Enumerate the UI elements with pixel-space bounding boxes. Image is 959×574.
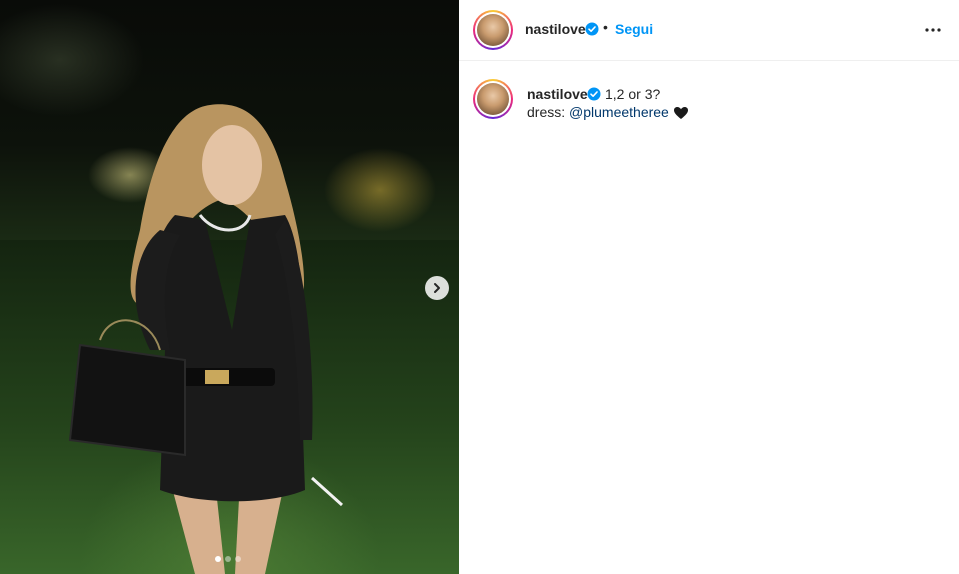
post-photo-figure [68, 104, 344, 574]
caption-dress-prefix: dress: [527, 104, 570, 120]
black-heart-icon [673, 107, 688, 120]
chevron-right-icon [434, 283, 440, 293]
caption-mention-link[interactable]: @plumeetheree [569, 104, 669, 120]
carousel-next-button[interactable] [425, 276, 449, 300]
carousel-dot [225, 556, 231, 562]
carousel-dot [215, 556, 221, 562]
carousel-dot [235, 556, 241, 562]
verified-badge-icon [585, 22, 599, 36]
verified-badge-icon [587, 87, 601, 101]
author-username[interactable]: nastilove [525, 21, 586, 37]
more-options-button[interactable] [921, 20, 945, 40]
follow-button[interactable]: Segui [615, 21, 653, 37]
post-caption: nastilove 1,2 or 3? dress: @plumeetheree [459, 61, 959, 151]
post-media[interactable] [0, 0, 459, 574]
more-options-icon [925, 28, 941, 32]
header-separator: • [603, 19, 608, 35]
post-side-panel: nastilove • Segui nastilove 1,2 or 3? dr… [459, 0, 959, 574]
caption-text: 1,2 or 3? [605, 86, 661, 102]
caption-dress-credit: dress: @plumeetheree [527, 104, 689, 120]
post-header: nastilove • Segui [459, 0, 959, 61]
author-avatar[interactable] [473, 10, 513, 50]
carousel-indicator [215, 556, 241, 562]
caption-author-username[interactable]: nastilove [527, 86, 588, 102]
caption-author-avatar[interactable] [473, 79, 513, 119]
